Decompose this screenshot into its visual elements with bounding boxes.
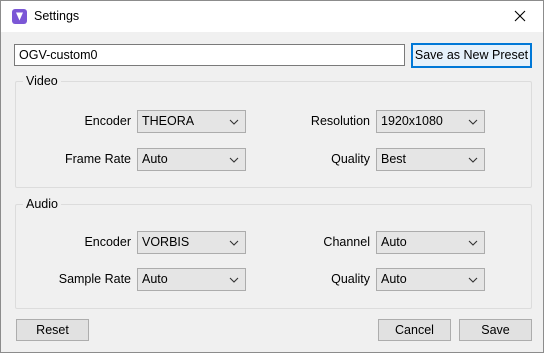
title-bar: Settings (1, 1, 543, 32)
video-group: Video (15, 74, 532, 188)
sample-rate-label: Sample Rate (58, 272, 131, 286)
resolution-label: Resolution (310, 114, 370, 128)
sample-rate-value: Auto (142, 272, 168, 286)
sample-rate-select[interactable]: Auto (137, 268, 246, 291)
chevron-down-icon (229, 157, 239, 163)
audio-encoder-value: VORBIS (142, 235, 190, 249)
video-quality-select[interactable]: Best (376, 148, 485, 171)
cancel-button[interactable]: Cancel (378, 319, 451, 341)
video-encoder-value: THEORA (142, 114, 195, 128)
audio-quality-label: Quality (331, 272, 370, 286)
video-encoder-label: Encoder (84, 114, 131, 128)
video-quality-label: Quality (331, 152, 370, 166)
video-group-title: Video (23, 74, 61, 88)
resolution-select[interactable]: 1920x1080 (376, 110, 485, 133)
settings-window: Settings Save as New Preset Video Encode… (0, 0, 544, 353)
save-as-new-preset-button[interactable]: Save as New Preset (411, 43, 532, 68)
audio-group: Audio (15, 197, 532, 309)
app-icon (12, 9, 27, 24)
chevron-down-icon (229, 277, 239, 283)
close-button[interactable] (497, 1, 543, 32)
resolution-value: 1920x1080 (381, 114, 443, 128)
chevron-down-icon (229, 119, 239, 125)
chevron-down-icon (229, 240, 239, 246)
frame-rate-label: Frame Rate (65, 152, 131, 166)
channel-label: Channel (323, 235, 370, 249)
video-encoder-select[interactable]: THEORA (137, 110, 246, 133)
chevron-down-icon (468, 119, 478, 125)
channel-value: Auto (381, 235, 407, 249)
video-quality-value: Best (381, 152, 407, 166)
reset-button[interactable]: Reset (16, 319, 89, 341)
channel-select[interactable]: Auto (376, 231, 485, 254)
audio-quality-select[interactable]: Auto (376, 268, 485, 291)
window-title: Settings (34, 9, 80, 23)
preset-name-input[interactable] (14, 44, 405, 66)
audio-group-title: Audio (23, 197, 61, 211)
save-button[interactable]: Save (459, 319, 532, 341)
audio-encoder-label: Encoder (84, 235, 131, 249)
frame-rate-value: Auto (142, 152, 168, 166)
audio-encoder-select[interactable]: VORBIS (137, 231, 246, 254)
frame-rate-select[interactable]: Auto (137, 148, 246, 171)
audio-quality-value: Auto (381, 272, 407, 286)
chevron-down-icon (468, 240, 478, 246)
chevron-down-icon (468, 157, 478, 163)
close-icon (514, 10, 526, 22)
chevron-down-icon (468, 277, 478, 283)
